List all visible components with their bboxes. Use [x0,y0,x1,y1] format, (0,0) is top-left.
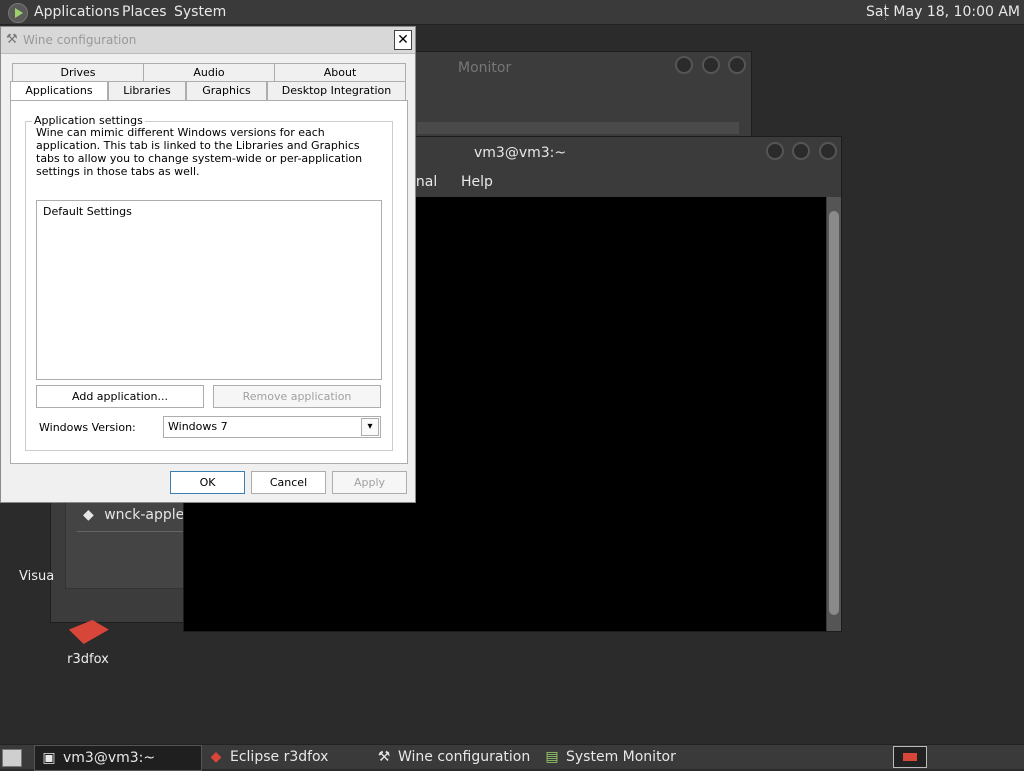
clock[interactable]: Sat May 18, 10:00 AM [866,4,1020,20]
wine-configuration-dialog[interactable]: ⚒ Wine configuration ✕ Drives Audio Abou… [0,26,416,503]
process-name: wnck-applet [104,507,190,523]
task-terminal[interactable]: ▣ vm3@vm3:~ [34,745,202,771]
minimize-icon[interactable] [766,142,784,160]
add-application-button[interactable]: Add application... [36,385,204,408]
desktop-icon-r3dfox[interactable]: r3dfox [62,620,114,667]
tab-audio[interactable]: Audio [143,63,275,82]
desktop-icon-label: r3dfox [67,652,109,667]
tab-applications[interactable]: Applications [10,81,108,102]
diamond-icon: ◆ [83,507,94,523]
close-icon[interactable] [728,56,746,74]
desktop-icon-label-visual[interactable]: Visua [19,569,54,584]
system-menu[interactable]: System [174,4,226,20]
tab-graphics[interactable]: Graphics [186,81,267,100]
tools-icon: ⚒ [377,749,391,765]
tab-drives[interactable]: Drives [12,63,144,82]
task-label: Eclipse r3dfox [230,749,329,765]
windows-version-value: Windows 7 [168,420,228,433]
tools-icon: ⚒ [6,32,18,47]
ok-button[interactable]: OK [170,471,245,494]
maximize-icon[interactable] [792,142,810,160]
minimize-icon[interactable] [675,56,693,74]
description-text: Wine can mimic different Windows version… [36,126,363,178]
cancel-button[interactable]: Cancel [251,471,326,494]
task-wine-configuration[interactable]: ⚒ Wine configuration [370,745,536,769]
tab-strip [417,122,739,134]
applications-menu[interactable]: Applications [34,4,120,20]
tab-desktop-integration[interactable]: Desktop Integration [267,81,406,100]
workspace-switcher[interactable] [893,746,927,768]
task-label: System Monitor [566,749,676,765]
workspace-window-thumbnail [903,753,917,761]
close-button[interactable]: ✕ [394,30,412,50]
close-icon[interactable] [819,142,837,160]
monitor-icon: ▤ [545,749,559,765]
application-list[interactable]: Default Settings [36,200,382,380]
places-menu[interactable]: Places [122,4,167,20]
chevron-down-icon[interactable]: ▾ [361,418,379,436]
tab-libraries[interactable]: Libraries [108,81,186,100]
windows-version-select[interactable]: Windows 7 ▾ [163,416,381,438]
tab-about[interactable]: About [274,63,406,82]
top-panel: Applications Places System Sat May 18, 1… [0,0,1024,25]
task-eclipse-r3dfox[interactable]: ◆ Eclipse r3dfox [202,745,368,769]
maximize-icon[interactable] [702,56,720,74]
terminal-scrollbar[interactable] [827,197,841,631]
menu-help[interactable]: Help [461,174,493,190]
dialog-titlebar[interactable]: ⚒ Wine configuration ✕ [1,27,415,54]
r3dfox-icon [64,620,113,644]
show-desktop-icon[interactable] [2,749,22,767]
bottom-taskbar: ▣ vm3@vm3:~ ◆ Eclipse r3dfox ⚒ Wine configu… [0,744,1024,771]
scrollbar-thumb[interactable] [829,211,839,615]
system-monitor-title: Monitor [458,60,512,76]
remove-application-button[interactable]: Remove application [213,385,381,408]
task-system-monitor[interactable]: ▤ System Monitor [538,745,704,769]
dialog-title: Wine configuration [23,33,137,47]
list-item[interactable]: Default Settings [43,205,132,218]
terminal-icon: ▣ [42,750,56,766]
task-label: vm3@vm3:~ [63,750,156,766]
apply-button[interactable]: Apply [332,471,407,494]
distro-logo-icon[interactable] [8,3,28,23]
terminal-title: vm3@vm3:~ [474,145,567,161]
r3dfox-icon: ◆ [210,749,222,765]
task-label: Wine configuration [398,749,531,765]
windows-version-label: Windows Version: [39,421,136,434]
